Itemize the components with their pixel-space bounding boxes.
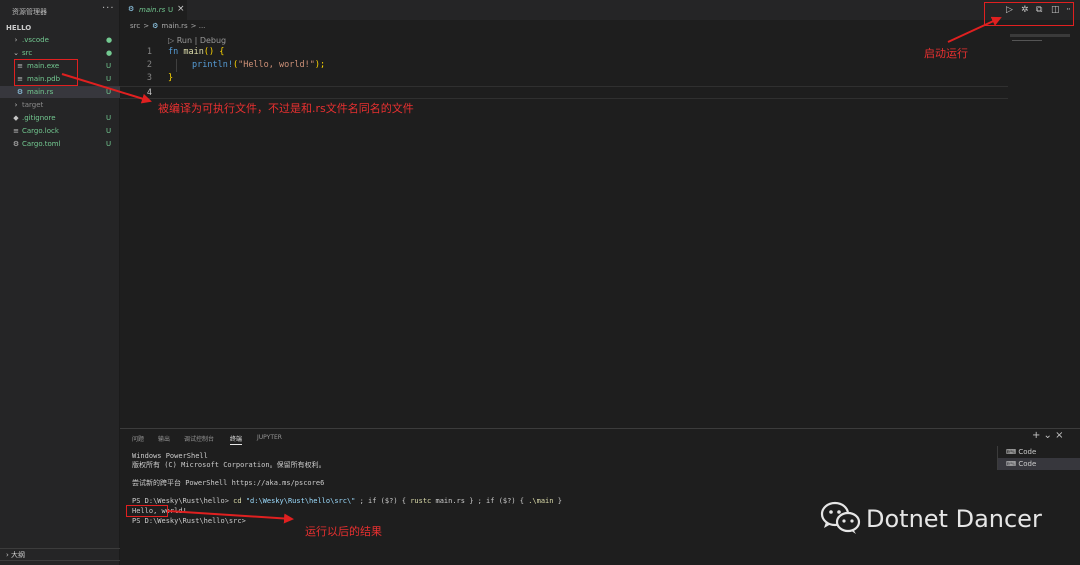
arrow-output [167,510,294,524]
annotation-arrows [61,16,1002,524]
arrow-run [947,16,1002,43]
annotation-result-note: 运行以后的结果 [305,525,382,538]
watermark-text: Dotnet Dancer [866,505,1042,533]
wechat-logo-icon [820,501,861,534]
arrow-binaries [61,73,152,104]
annotation-run-note: 启动运行 [924,47,968,60]
wechat-watermark: Dotnet Dancer [820,500,1042,536]
annotation-compiled-note: 被编译为可执行文件，不过是和.rs文件名同名的文件 [158,102,414,115]
